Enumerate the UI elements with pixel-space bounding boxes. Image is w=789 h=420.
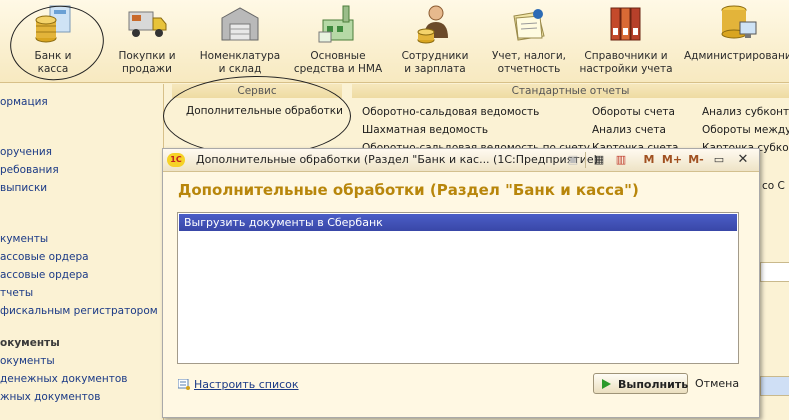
left-item[interactable]: ассовые ордера [0, 251, 89, 263]
report-link[interactable]: Оборотно-сальдовая ведомость [362, 106, 539, 118]
section-directories-settings[interactable]: Справочники и настройки учета [578, 0, 674, 82]
sections-panel: Банк и касса Покупки и продажи Номенклатур… [0, 0, 789, 87]
section-nomenclature-warehouse[interactable]: Номенклатура и склад [196, 0, 284, 82]
dialog-titlebar: 1С Дополнительные обработки (Раздел "Бан… [163, 149, 759, 172]
section-fixed-assets[interactable]: Основные средства и НМА [288, 0, 388, 82]
section-accounting-taxes[interactable]: Учет, налоги, отчетность [484, 0, 574, 82]
additional-processing-dialog: 1С Дополнительные обработки (Раздел "Бан… [162, 148, 760, 418]
documents-icon [513, 9, 545, 41]
left-item[interactable]: тчеты [0, 287, 33, 299]
processing-list[interactable]: Выгрузить документы в Сбербанк [177, 212, 739, 364]
section-administration[interactable]: Администрирование [684, 0, 789, 82]
truck-icon [128, 11, 167, 37]
dialog-heading: Дополнительные обработки (Раздел "Банк и… [178, 181, 639, 199]
memory-plus-button[interactable]: M+ [661, 152, 683, 168]
separator [585, 152, 586, 168]
run-button[interactable]: Выполнить [593, 373, 688, 394]
report-link[interactable]: Анализ счета [592, 124, 666, 136]
report-fragment[interactable]: со С [762, 180, 785, 192]
section-employees-salary[interactable]: Сотрудники и зарплата [394, 0, 476, 82]
left-item[interactable]: ормация [0, 96, 48, 108]
left-item[interactable]: оручения [0, 146, 52, 158]
left-item[interactable]: денежных документов [0, 373, 127, 385]
section-purchases-sales[interactable]: Покупки и продажи [103, 0, 191, 82]
memory-minus-button[interactable]: M- [685, 152, 707, 168]
print-icon[interactable]: ▣ [565, 152, 581, 168]
background-field [760, 262, 789, 282]
left-navigation-panel: ормация оручения ребования выписки кумен… [0, 84, 164, 420]
1c-logo-icon: 1С [167, 153, 185, 167]
list-settings-icon [178, 379, 190, 390]
left-item[interactable]: выписки [0, 182, 47, 194]
report-link[interactable]: Анализ субконто [702, 106, 789, 118]
left-item[interactable]: фискальным регистратором [0, 305, 158, 317]
memory-m-button[interactable]: M [641, 152, 657, 168]
left-item[interactable]: ребования [0, 164, 59, 176]
left-item[interactable]: ассовые ордера [0, 269, 89, 281]
calculator-icon[interactable]: ▦ [591, 152, 607, 168]
left-item[interactable]: жных документов [0, 391, 100, 403]
left-item[interactable]: кументы [0, 233, 48, 245]
minimize-icon[interactable]: ▭ [711, 152, 727, 168]
report-link[interactable]: Шахматная ведомость [362, 124, 488, 136]
close-icon[interactable]: ✕ [735, 152, 751, 168]
warehouse-icon [221, 7, 259, 41]
database-icon [721, 5, 756, 39]
left-group-heading: окументы [0, 337, 60, 349]
annotation-circle-service [163, 76, 351, 156]
list-item[interactable]: Выгрузить документы в Сбербанк [179, 214, 737, 231]
factory-icon [318, 5, 354, 43]
dialog-title: Дополнительные обработки (Раздел "Банк и… [196, 153, 598, 166]
background-field [760, 376, 789, 396]
report-link[interactable]: Обороты между с [702, 124, 789, 136]
play-icon [602, 379, 611, 389]
calendar-icon[interactable]: ▥ [613, 152, 629, 168]
report-link[interactable]: Обороты счета [592, 106, 675, 118]
standard-reports-header: Стандартные отчеты [352, 84, 789, 98]
binders-icon [610, 7, 641, 41]
configure-list-link[interactable]: Настроить список [178, 378, 299, 391]
left-item[interactable]: окументы [0, 355, 55, 367]
employee-icon [417, 5, 448, 44]
cancel-button[interactable]: Отмена [695, 377, 739, 390]
